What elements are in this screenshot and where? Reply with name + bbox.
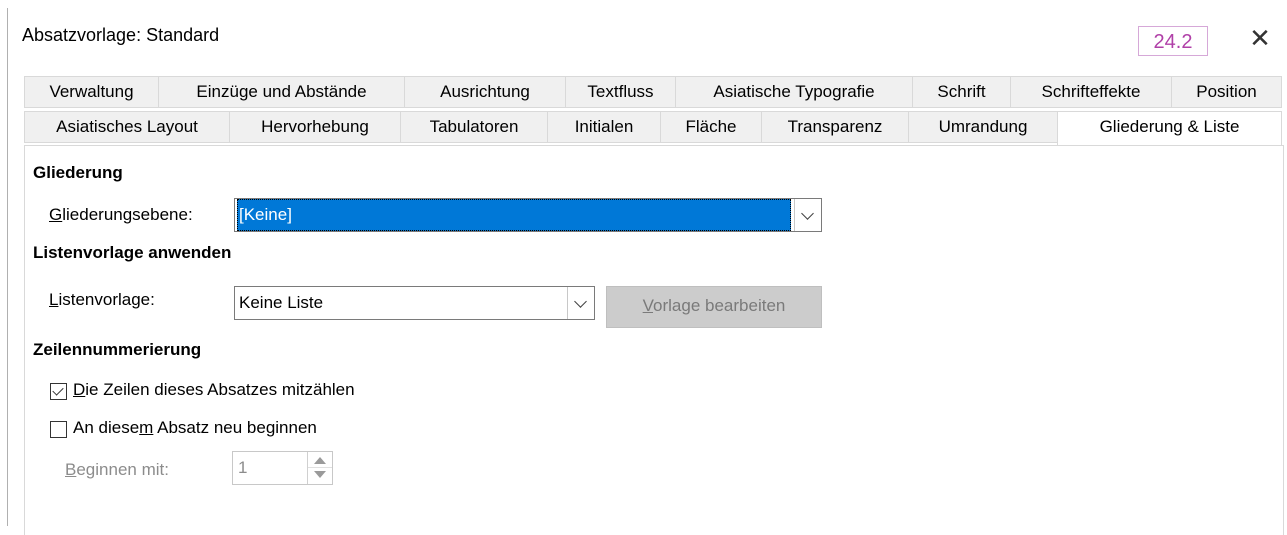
edit-style-button[interactable]: Vorlage bearbeiten (606, 286, 822, 328)
spin-buttons[interactable] (307, 452, 332, 484)
version-badge: 24.2 (1138, 26, 1208, 56)
tab-verwaltung[interactable]: Verwaltung (24, 76, 159, 108)
tab-umrandung[interactable]: Umrandung (908, 111, 1058, 143)
list-style-value: Keine Liste (239, 293, 324, 312)
tab-gliederung-und-liste[interactable]: Gliederung & Liste (1057, 111, 1282, 145)
tab-einzuege-und-abstaende[interactable]: Einzüge und Abstände (158, 76, 405, 108)
tab-asiatisches-layout[interactable]: Asiatisches Layout (24, 111, 230, 143)
count-lines-checkbox[interactable] (50, 383, 67, 400)
list-style-label: Listenvorlage: (49, 290, 155, 309)
outline-level-dropdown[interactable]: [Keine] (234, 198, 822, 232)
tab-schrift[interactable]: Schrift (912, 76, 1011, 108)
chevron-down-icon[interactable] (794, 199, 821, 231)
tab-ausrichtung[interactable]: Ausrichtung (404, 76, 566, 108)
list-style-dropdown[interactable]: Keine Liste (234, 286, 595, 320)
line-numbering-heading: Zeilennummerierung (33, 340, 202, 359)
paragraph-style-dialog: Absatzvorlage: Standard 24.2 ✕ Verwaltun… (7, 8, 1287, 535)
dialog-title: Absatzvorlage: Standard (22, 25, 220, 45)
list-style-heading: Listenvorlage anwenden (33, 243, 232, 262)
outline-level-value: [Keine] (237, 199, 791, 231)
tab-asiatische-typografie[interactable]: Asiatische Typografie (675, 76, 913, 108)
tab-transparenz[interactable]: Transparenz (761, 111, 909, 143)
title-bar: Absatzvorlage: Standard 24.2 ✕ (8, 8, 1287, 64)
chevron-down-icon[interactable] (567, 287, 594, 319)
restart-numbering-checkbox[interactable] (50, 421, 67, 438)
tab-hervorhebung[interactable]: Hervorhebung (229, 111, 401, 143)
tab-flaeche[interactable]: Fläche (660, 111, 762, 143)
arrow-down-icon[interactable] (314, 471, 326, 478)
tab-schrifteffekte[interactable]: Schrifteffekte (1010, 76, 1172, 108)
outline-level-label: Gliederungsebene: (49, 205, 193, 224)
tab-initialen[interactable]: Initialen (547, 111, 661, 143)
start-with-spinbox[interactable]: 1 (232, 451, 333, 485)
outline-heading: Gliederung (33, 163, 123, 182)
close-icon[interactable]: ✕ (1240, 18, 1280, 58)
tab-panel: Gliederung Gliederungsebene: [Keine] Lis… (24, 145, 1284, 535)
restart-numbering-label[interactable]: An diesem Absatz neu beginnen (73, 418, 317, 438)
tab-textfluss[interactable]: Textfluss (565, 76, 676, 108)
start-with-value: 1 (238, 458, 248, 477)
checkmark-icon (52, 384, 64, 396)
top-edge (0, 0, 1287, 8)
tab-position[interactable]: Position (1171, 76, 1282, 108)
arrow-up-icon[interactable] (314, 457, 326, 464)
tab-tabulatoren[interactable]: Tabulatoren (400, 111, 548, 143)
start-with-label: Beginnen mit: (65, 460, 169, 479)
count-lines-label[interactable]: Die Zeilen dieses Absatzes mitzählen (73, 380, 355, 400)
